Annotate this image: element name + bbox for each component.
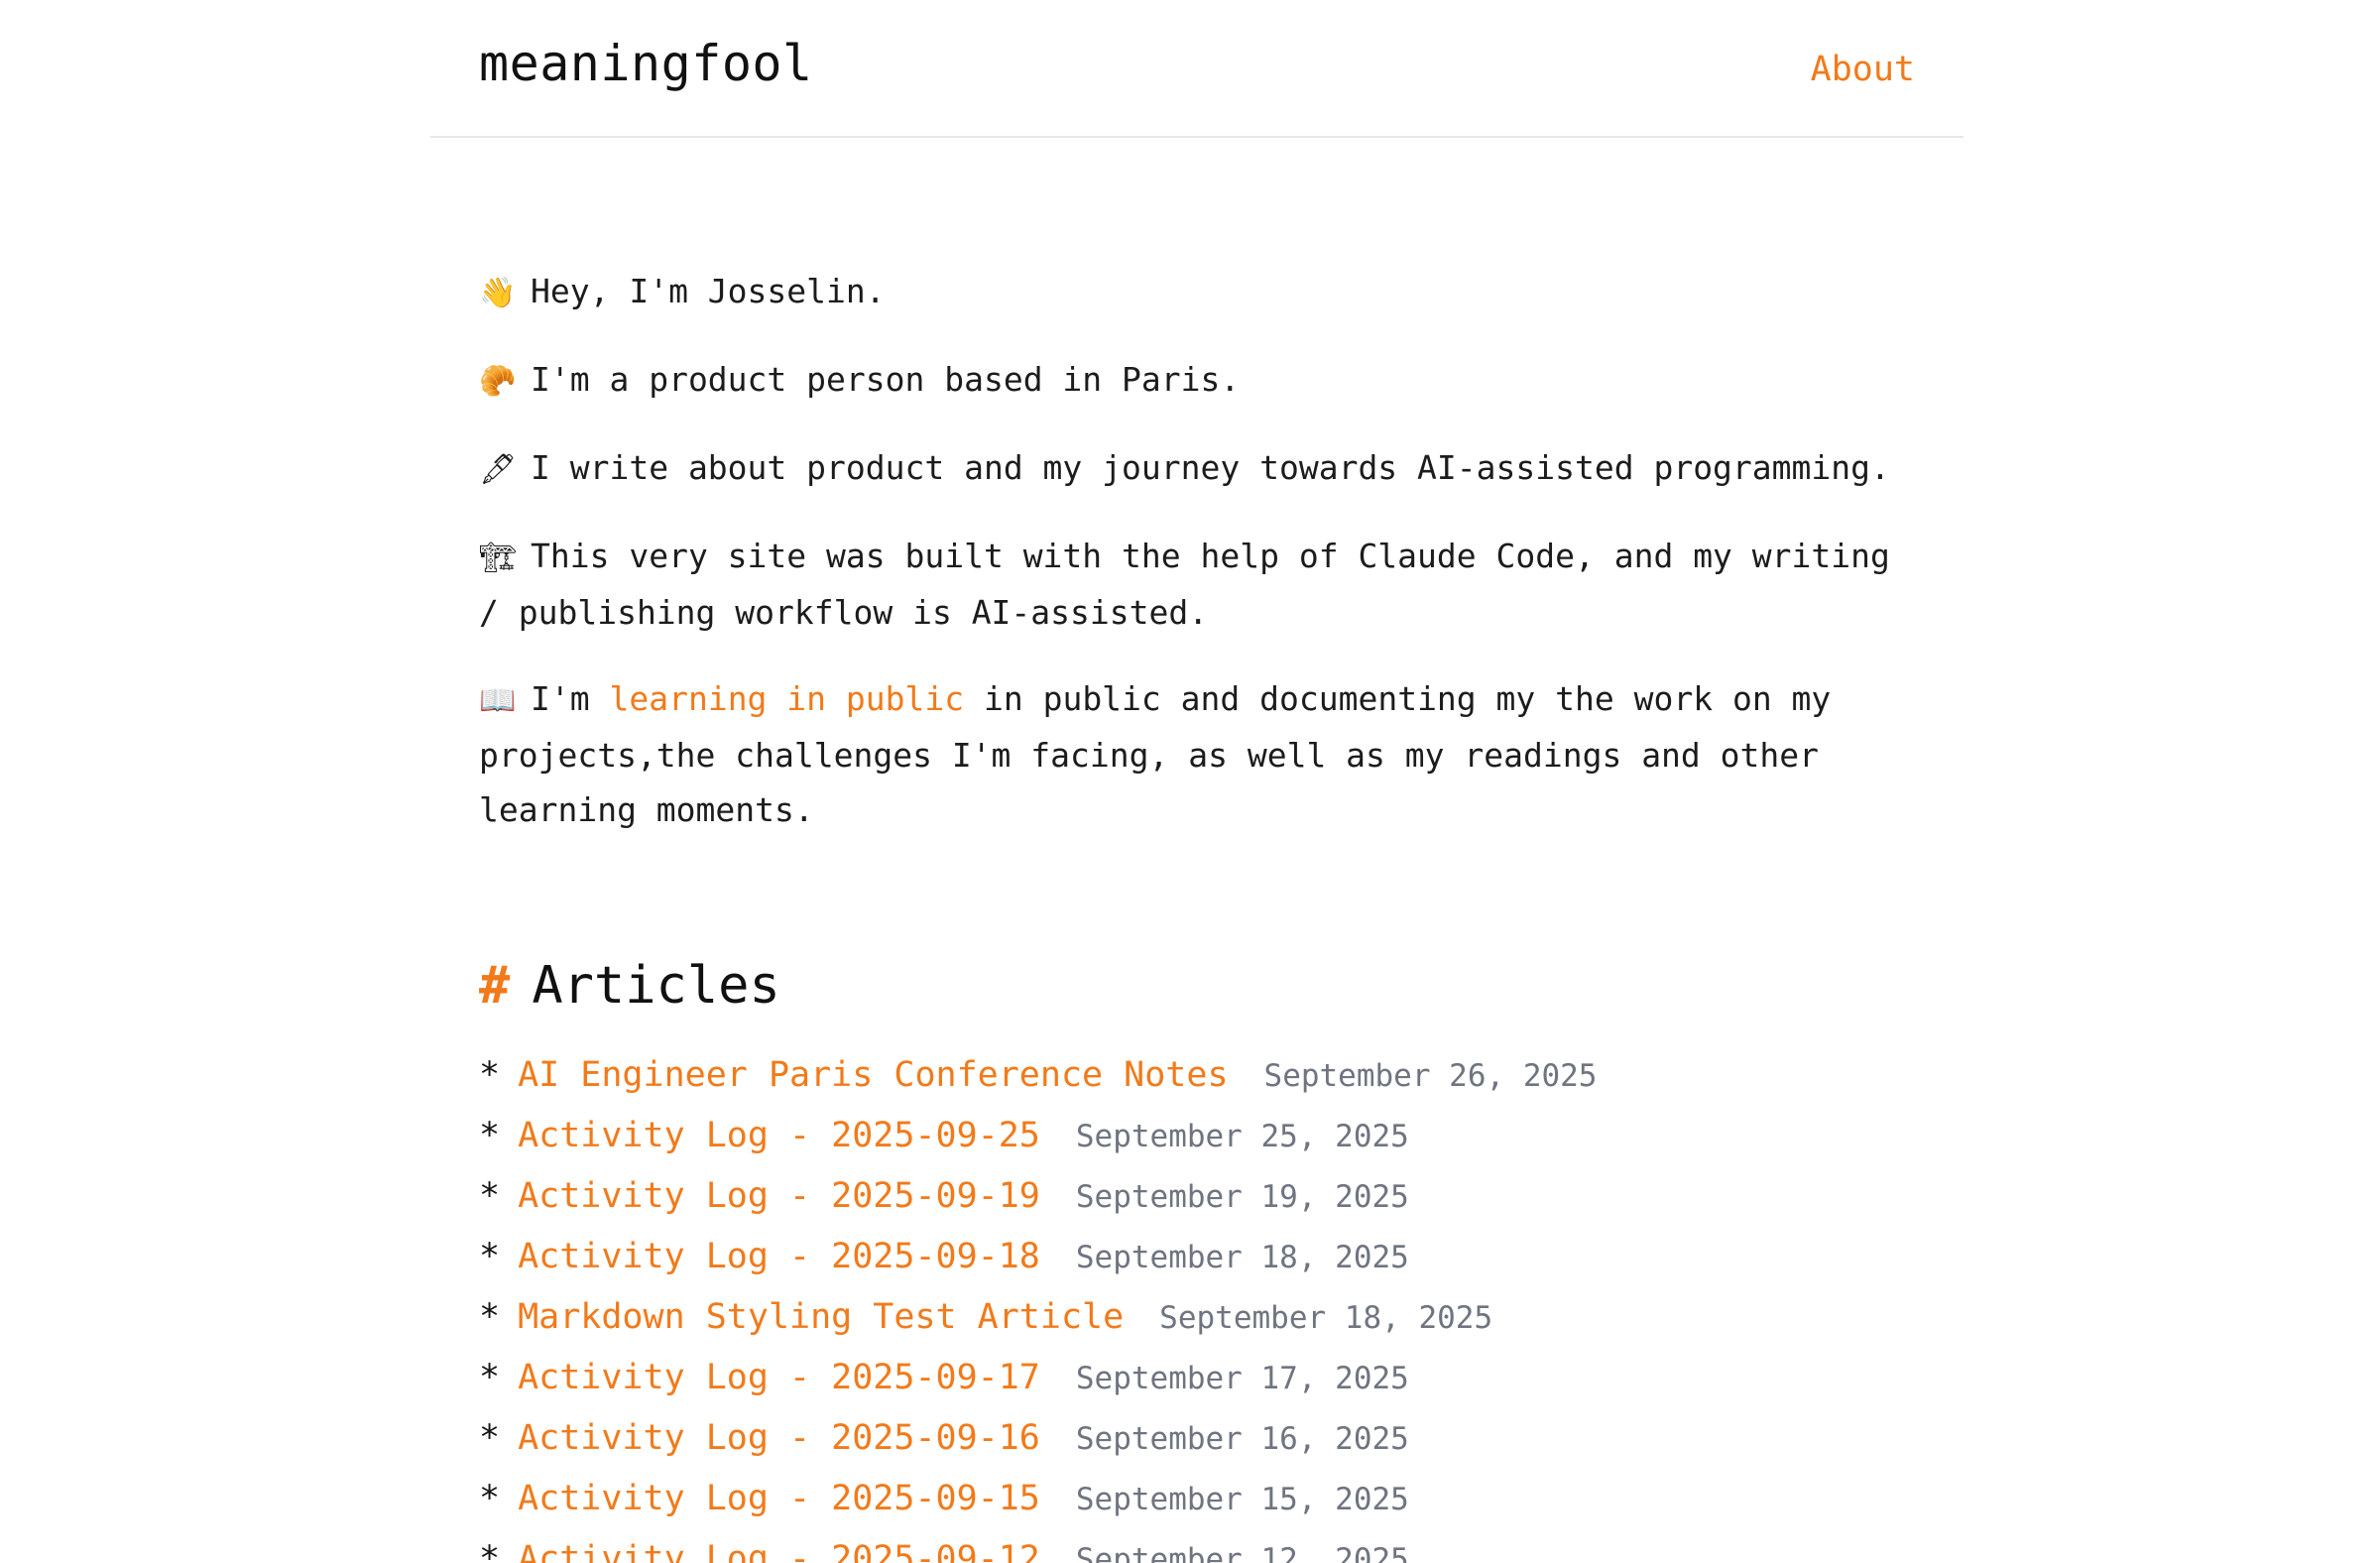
- article-list-item: * Activity Log - 2025-09-17 September 17, …: [479, 1348, 1927, 1408]
- list-bullet: *: [479, 1418, 501, 1458]
- article-list-item: * Activity Log - 2025-09-16 September 16, …: [479, 1408, 1927, 1469]
- article-link[interactable]: Activity Log - 2025-09-18: [518, 1237, 1040, 1276]
- open-book-icon: 📖: [479, 683, 517, 718]
- article-list-item: * Activity Log - 2025-09-25 September 25, …: [479, 1106, 1927, 1166]
- article-date: September 19, 2025: [1075, 1179, 1409, 1215]
- article-link[interactable]: Markdown Styling Test Article: [518, 1297, 1124, 1337]
- article-link[interactable]: AI Engineer Paris Conference Notes: [518, 1055, 1228, 1095]
- intro-line: 🥐 I'm a product person based in Paris.: [479, 352, 1927, 409]
- article-date: September 16, 2025: [1075, 1421, 1409, 1457]
- intro-line: 🏗 This very site was built with the help …: [479, 529, 1927, 640]
- list-bullet: *: [479, 1116, 501, 1155]
- list-bullet: *: [479, 1176, 501, 1216]
- list-bullet: *: [479, 1055, 501, 1095]
- waving-hand-icon: 👋: [479, 276, 517, 310]
- article-list-item: * Activity Log - 2025-09-19 September 19, …: [479, 1166, 1927, 1227]
- pen-icon: 🖋: [479, 452, 518, 487]
- list-bullet: *: [479, 1297, 501, 1337]
- list-bullet: *: [479, 1358, 501, 1397]
- article-list-item: * Activity Log - 2025-09-18 September 18, …: [479, 1227, 1927, 1287]
- heading-hash-marker: #: [479, 956, 511, 1016]
- croissant-icon: 🥐: [479, 364, 517, 399]
- learning-in-public-link[interactable]: learning in public: [609, 679, 964, 718]
- article-list-item: * Activity Log - 2025-09-15 September 15, …: [479, 1469, 1927, 1529]
- intro-text: I'm a product person based in Paris.: [531, 360, 1241, 399]
- article-link[interactable]: Activity Log - 2025-09-17: [518, 1358, 1040, 1397]
- intro-section: 👋 Hey, I'm Josselin. 🥐 I'm a product perso…: [479, 264, 1927, 869]
- article-date: September 18, 2025: [1075, 1240, 1409, 1275]
- intro-text: I'm: [531, 679, 610, 718]
- intro-line-learning: 📖 I'm learning in public in public and do…: [479, 671, 1927, 837]
- page-container: meaningfool About 👋 Hey, I'm Josselin. 🥐 I…: [430, 0, 1964, 1563]
- intro-text: I write about product and my journey tow…: [531, 448, 1890, 487]
- article-list: * AI Engineer Paris Conference Notes Septe…: [479, 1045, 1927, 1563]
- articles-section: # Articles * AI Engineer Paris Conference …: [479, 948, 1927, 1563]
- intro-line: 🖋 I write about product and my journey to…: [479, 440, 1927, 497]
- article-date: September 26, 2025: [1263, 1058, 1598, 1094]
- article-date: September 12, 2025: [1075, 1542, 1409, 1563]
- article-link[interactable]: Activity Log - 2025-09-19: [518, 1176, 1040, 1216]
- article-list-item: * Activity Log - 2025-09-12 September 12, …: [479, 1529, 1927, 1563]
- list-bullet: *: [479, 1237, 501, 1276]
- article-link[interactable]: Activity Log - 2025-09-16: [518, 1418, 1040, 1458]
- article-date: September 18, 2025: [1159, 1300, 1493, 1336]
- articles-heading-text: Articles: [532, 956, 780, 1016]
- article-link[interactable]: Activity Log - 2025-09-12: [518, 1539, 1040, 1563]
- construction-crane-icon: 🏗: [479, 541, 518, 575]
- article-link[interactable]: Activity Log - 2025-09-25: [518, 1116, 1040, 1155]
- nav-about-link[interactable]: About: [1811, 46, 1915, 93]
- site-title-link[interactable]: meaningfool: [479, 26, 813, 101]
- articles-heading: # Articles: [479, 948, 1927, 1023]
- article-date: September 25, 2025: [1075, 1119, 1409, 1154]
- intro-text: This very site was built with the help o…: [479, 537, 1890, 632]
- article-date: September 15, 2025: [1075, 1482, 1409, 1517]
- list-bullet: *: [479, 1539, 501, 1563]
- article-date: September 17, 2025: [1075, 1361, 1409, 1396]
- list-bullet: *: [479, 1479, 501, 1518]
- article-list-item: * AI Engineer Paris Conference Notes Septe…: [479, 1045, 1927, 1106]
- article-list-item: * Markdown Styling Test Article September …: [479, 1287, 1927, 1348]
- intro-text: Hey, I'm Josselin.: [531, 272, 886, 310]
- intro-line: 👋 Hey, I'm Josselin.: [479, 264, 1927, 320]
- site-header: meaningfool About: [430, 0, 1964, 138]
- article-link[interactable]: Activity Log - 2025-09-15: [518, 1479, 1040, 1518]
